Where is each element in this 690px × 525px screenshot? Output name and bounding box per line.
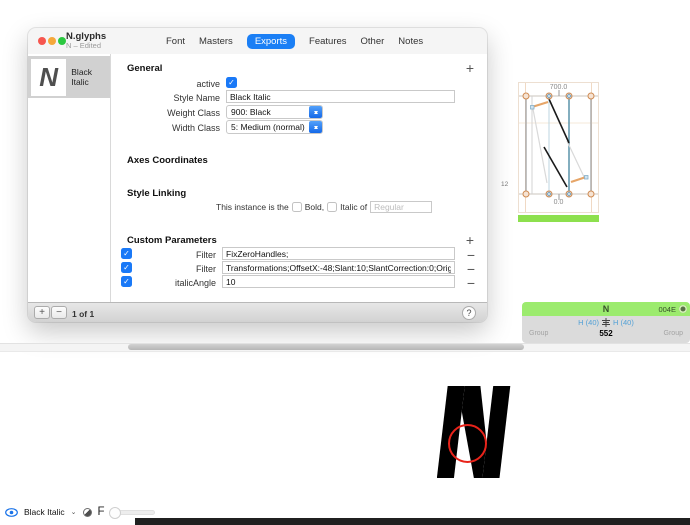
style-name-label: Style Name (112, 93, 220, 103)
contrast-icon[interactable] (83, 508, 92, 517)
master-color-bar (518, 215, 599, 222)
tab-features[interactable]: Features (309, 36, 347, 47)
parameter-value-input[interactable] (222, 261, 455, 274)
add-property-button[interactable]: + (466, 63, 474, 73)
unicode-info-icon[interactable] (679, 305, 687, 313)
settings-panel: General + active ✓ Style Name Weight Cla… (112, 54, 487, 302)
cap-height-value: 700.0 (519, 84, 598, 91)
weight-class-label: Weight Class (112, 108, 220, 118)
add-parameter-button[interactable]: + (466, 235, 474, 245)
link-target-input[interactable] (370, 201, 432, 213)
remove-instance-button[interactable]: − (51, 306, 67, 319)
close-window-button[interactable] (38, 37, 46, 45)
axes-coordinates-heading: Axes Coordinates (127, 155, 208, 166)
style-name-input[interactable] (226, 90, 455, 103)
metrics-lock-icon (602, 318, 610, 327)
instance-settings-window: N.glyphs N – Edited Font Masters Exports… (28, 28, 487, 322)
width-class-label: Width Class (112, 123, 220, 133)
preview-slider[interactable] (111, 510, 155, 515)
parameter-label: Filter (112, 250, 216, 260)
width-class-select[interactable]: 5: Medium (normal) (226, 120, 323, 134)
preview-f-toggle[interactable]: F (98, 506, 105, 518)
glyph-info-box: N 004E H (40) H (40) Group 552 Group (522, 302, 690, 343)
add-instance-button[interactable]: + (34, 306, 50, 319)
instance-count: 1 of 1 (72, 309, 94, 319)
parameter-label: Filter (112, 264, 216, 274)
glyph-outline-drawing (519, 83, 598, 212)
zoom-window-button[interactable] (58, 37, 66, 45)
horizontal-scrollbar-thumb[interactable] (128, 344, 524, 350)
preview-divider-bar (135, 518, 690, 525)
glyph-metrics-panel: H (40) H (40) Group 552 Group (522, 316, 690, 343)
remove-parameter-button[interactable]: − (467, 264, 475, 274)
parameter-label: italicAngle (112, 278, 216, 288)
left-sidebearing-value: 12 (501, 181, 508, 188)
italic-of-label: Italic of (340, 202, 367, 212)
chevron-down-icon: ⌄ (71, 508, 77, 516)
remove-parameter-button[interactable]: − (467, 250, 475, 260)
glyph-edit-canvas[interactable]: 700.0 0.0 (518, 82, 599, 213)
right-kerning-value[interactable]: H (40) (613, 318, 634, 327)
sidebar-item-black-italic[interactable]: N Black Italic (28, 56, 110, 98)
left-kerning-value[interactable]: H (40) (578, 318, 599, 327)
unicode-value: 004E (658, 305, 676, 314)
active-label: active (112, 79, 220, 89)
help-button[interactable]: ? (462, 306, 476, 320)
tab-bar: Font Masters Exports Features Other Note… (166, 33, 423, 49)
style-linking-row: This instance is the Bold, Italic of (216, 201, 432, 213)
custom-parameters-heading: Custom Parameters (127, 235, 217, 246)
style-linking-heading: Style Linking (127, 188, 186, 199)
tab-notes[interactable]: Notes (398, 36, 423, 47)
baseline-value: 0.0 (519, 199, 598, 206)
slider-knob[interactable] (109, 507, 121, 519)
italic-checkbox[interactable] (327, 202, 337, 212)
instance-name-label: Black Italic (71, 67, 110, 87)
window-subtitle: N – Edited (66, 42, 106, 50)
parameter-value-input[interactable] (222, 275, 455, 288)
bold-checkbox[interactable] (292, 202, 302, 212)
chevron-updown-icon (309, 121, 322, 133)
bold-label: Bold, (305, 202, 324, 212)
right-group-label[interactable]: Group (664, 330, 683, 337)
linking-prefix-label: This instance is the (216, 202, 289, 212)
thumbnail-letter: N (39, 64, 58, 90)
parameter-value-input[interactable] (222, 247, 455, 260)
tab-font[interactable]: Font (166, 36, 185, 47)
weight-class-select[interactable]: 900: Black (226, 105, 323, 119)
chevron-updown-icon (309, 106, 322, 118)
width-class-value: 5: Medium (normal) (227, 122, 309, 132)
glyph-info-header: N 004E (522, 302, 690, 316)
titlebar: N.glyphs N – Edited Font Masters Exports… (28, 28, 487, 54)
annotation-circle (448, 424, 487, 463)
preview-instance-select[interactable]: Black Italic (24, 507, 65, 517)
instance-thumbnail: N (31, 59, 66, 96)
tab-masters[interactable]: Masters (199, 36, 233, 47)
remove-parameter-button[interactable]: − (467, 278, 475, 288)
preview-bar: Black Italic ⌄ F (5, 505, 155, 519)
instances-sidebar: N Black Italic (28, 54, 111, 302)
general-heading: General (127, 63, 162, 74)
tab-other[interactable]: Other (361, 36, 385, 47)
weight-class-value: 900: Black (227, 107, 309, 117)
window-footer: + − 1 of 1 ? (28, 302, 487, 322)
tab-exports[interactable]: Exports (247, 34, 295, 49)
minimize-window-button[interactable] (48, 37, 56, 45)
eye-icon[interactable] (5, 508, 18, 517)
active-checkbox[interactable]: ✓ (226, 77, 237, 88)
